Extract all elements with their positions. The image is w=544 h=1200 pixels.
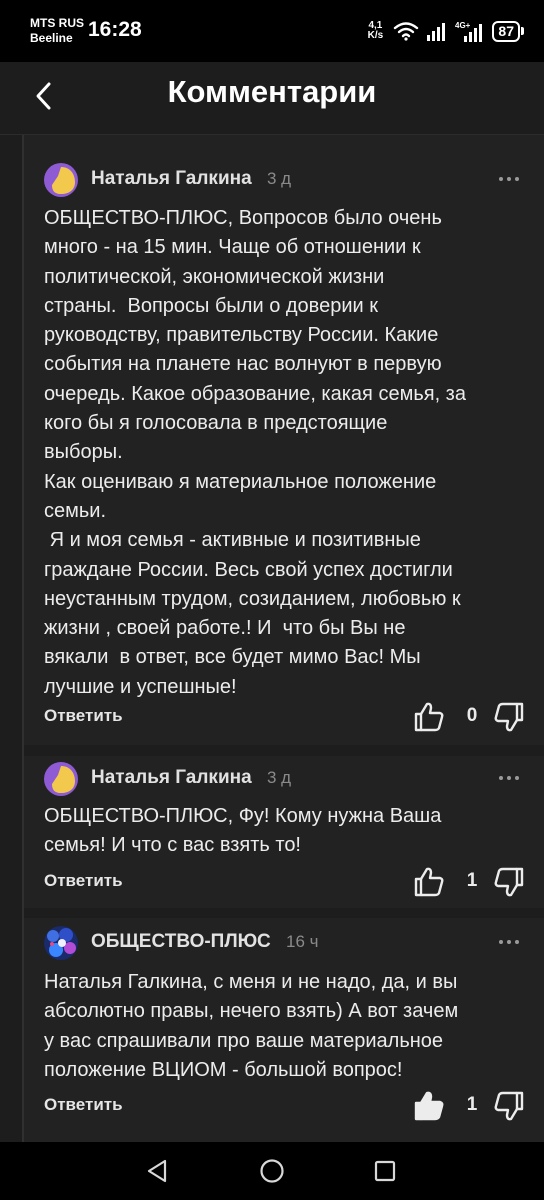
avatar[interactable]: [44, 926, 78, 960]
network-type-label: 4G+: [455, 21, 471, 30]
page-title: Комментарии: [167, 74, 377, 109]
avatar[interactable]: [44, 762, 78, 796]
system-nav-bar: [0, 1142, 544, 1200]
avatar-image: [44, 762, 78, 796]
nav-back-button[interactable]: [140, 1154, 174, 1188]
more-options-button[interactable]: [498, 770, 520, 781]
comment-thread: Наталья Галкина 3 д ОБЩЕСТВО-ПЛЮС, Вопро…: [0, 135, 544, 1142]
wifi-icon: [394, 22, 419, 41]
nav-home-button[interactable]: [255, 1154, 289, 1188]
clock: 16:28: [88, 18, 142, 41]
comment-text: ОБЩЕСТВО-ПЛЮС, Фу! Кому нужна Ваша семья…: [44, 805, 442, 857]
thumbs-down-icon: [494, 1091, 524, 1121]
net-speed: 4,1 K/s: [364, 21, 386, 41]
net-speed-unit: K/s: [367, 30, 384, 41]
top-app-bar: Комментарии: [0, 62, 544, 135]
comment-actions: Ответить 1: [44, 1089, 544, 1125]
dislike-button[interactable]: [492, 1089, 526, 1123]
comment-item: Наталья Галкина 3 д ОБЩЕСТВО-ПЛЮС, Фу! К…: [24, 756, 544, 908]
signal-4g-icon: 4G+: [455, 21, 483, 42]
avatar-image: [44, 926, 78, 960]
carrier-info: MTS RUS Beeline: [30, 16, 92, 46]
like-button[interactable]: [412, 1089, 446, 1123]
like-button[interactable]: [412, 700, 446, 734]
circle-home-icon: [260, 1159, 284, 1183]
like-button[interactable]: [412, 865, 446, 899]
comment-time: 3 д: [266, 768, 292, 787]
thumbs-up-icon: [414, 1091, 444, 1121]
dislike-button[interactable]: [492, 865, 526, 899]
like-count: 1: [466, 1094, 478, 1115]
avatar[interactable]: [44, 163, 78, 197]
signal-bars-icon: [427, 23, 446, 41]
battery-level: 87: [492, 20, 520, 42]
author-label: Наталья Галкина: [91, 168, 252, 189]
thumbs-up-icon: [414, 867, 444, 897]
more-horizontal-icon: [499, 776, 519, 780]
nav-recents-button[interactable]: [368, 1154, 402, 1188]
author-label: Наталья Галкина: [91, 767, 252, 788]
like-count: 0: [466, 705, 478, 726]
carrier-name: MTS RUS: [30, 16, 84, 30]
author-label: ОБЩЕСТВО-ПЛЮС: [91, 931, 271, 952]
carrier-secondary: Beeline: [30, 31, 73, 45]
thumbs-down-icon: [494, 867, 524, 897]
reply-button[interactable]: Ответить: [44, 706, 123, 726]
status-bar: MTS RUS Beeline 16:28 4,1 K/s 4G+ 87: [0, 0, 544, 62]
like-count: 1: [466, 870, 478, 891]
comment-header: Наталья Галкина 3 д: [44, 163, 544, 203]
comment-actions: Ответить 0: [44, 700, 544, 736]
status-icons: 4,1 K/s 4G+ 87: [364, 18, 524, 44]
avatar-image: [44, 163, 78, 197]
more-options-button[interactable]: [498, 934, 520, 945]
author-name[interactable]: Наталья Галкина 3 д: [91, 767, 291, 789]
comment-item: ОБЩЕСТВО-ПЛЮС 16 ч Наталья Галкина, с ме…: [24, 918, 544, 1142]
comment-header: Наталья Галкина 3 д: [44, 762, 544, 802]
thumbs-down-icon: [494, 702, 524, 732]
reply-button[interactable]: Ответить: [44, 1095, 123, 1115]
comment-item: Наталья Галкина 3 д ОБЩЕСТВО-ПЛЮС, Вопро…: [24, 135, 544, 745]
battery-tip: [521, 27, 524, 35]
author-name[interactable]: Наталья Галкина 3 д: [91, 168, 291, 190]
comment-actions: Ответить 1: [44, 865, 544, 901]
dislike-button[interactable]: [492, 700, 526, 734]
reply-button[interactable]: Ответить: [44, 871, 123, 891]
square-recents-icon: [374, 1160, 396, 1182]
comment-header: ОБЩЕСТВО-ПЛЮС 16 ч: [44, 926, 544, 966]
battery-indicator: 87: [492, 20, 524, 42]
more-options-button[interactable]: [498, 171, 520, 182]
thumbs-up-icon: [414, 702, 444, 732]
author-name[interactable]: ОБЩЕСТВО-ПЛЮС 16 ч: [91, 931, 319, 953]
comment-time: 3 д: [266, 169, 292, 188]
triangle-back-icon: [147, 1159, 167, 1183]
more-horizontal-icon: [499, 940, 519, 944]
comment-time: 16 ч: [286, 932, 319, 951]
comment-text: Наталья Галкина, с меня и не надо, да, и…: [44, 971, 459, 1081]
more-horizontal-icon: [499, 177, 519, 181]
comment-text: ОБЩЕСТВО-ПЛЮС, Вопросов было очень много…: [44, 207, 466, 698]
